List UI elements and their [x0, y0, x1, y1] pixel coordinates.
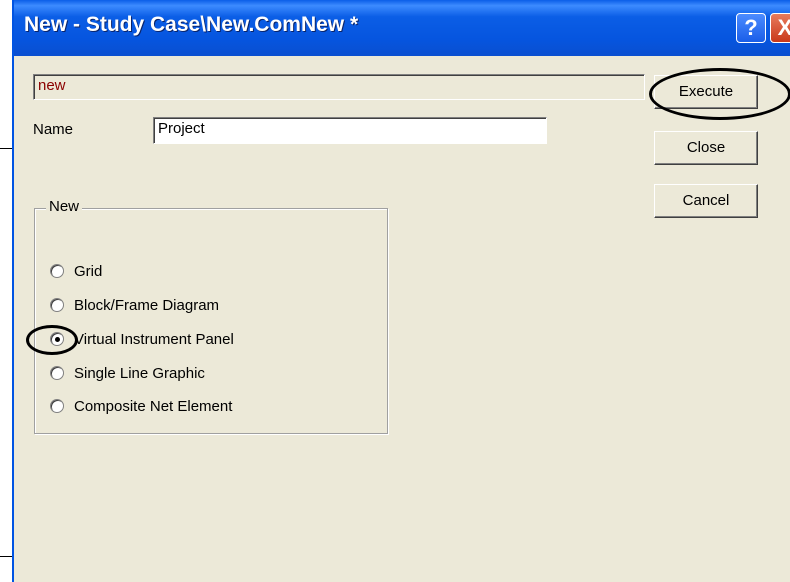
radio-button-icon[interactable] — [50, 366, 64, 380]
cancel-button[interactable]: Cancel — [654, 184, 758, 218]
radio-label: Block/Frame Diagram — [74, 296, 220, 314]
radio-label: Single Line Graphic — [74, 364, 205, 382]
help-button[interactable]: ? — [736, 13, 766, 43]
name-input[interactable]: Project — [153, 117, 547, 144]
radio-button-selected-icon[interactable] — [50, 332, 64, 346]
window-title: New - Study Case\New.ComNew * — [24, 13, 359, 36]
radio-virtual-instrument-panel[interactable]: Virtual Instrument Panel — [50, 328, 234, 350]
title-close-button[interactable]: X — [770, 13, 790, 43]
close-button[interactable]: Close — [654, 131, 758, 165]
radio-button-icon[interactable] — [50, 399, 64, 413]
background-line — [0, 556, 12, 557]
radio-composite-net-element[interactable]: Composite Net Element — [50, 395, 232, 417]
help-icon: ? — [744, 15, 758, 40]
radio-button-icon[interactable] — [50, 298, 64, 312]
group-legend: New — [46, 198, 83, 215]
title-bar[interactable]: New - Study Case\New.ComNew * ? X — [14, 0, 790, 56]
radio-button-icon[interactable] — [50, 264, 64, 278]
execute-button[interactable]: Execute — [654, 75, 758, 109]
radio-grid[interactable]: Grid — [50, 260, 102, 282]
background-line — [0, 148, 12, 149]
radio-label: Composite Net Element — [74, 397, 233, 415]
radio-label: Grid — [74, 262, 103, 280]
dialog-window: New - Study Case\New.ComNew * ? X new Na… — [12, 0, 790, 582]
radio-block-frame-diagram[interactable]: Block/Frame Diagram — [50, 294, 219, 316]
close-icon: X — [778, 15, 790, 41]
radio-label: Virtual Instrument Panel — [74, 330, 234, 348]
class-field: new — [33, 74, 645, 100]
radio-single-line-graphic[interactable]: Single Line Graphic — [50, 362, 205, 384]
name-label: Name — [33, 121, 74, 138]
